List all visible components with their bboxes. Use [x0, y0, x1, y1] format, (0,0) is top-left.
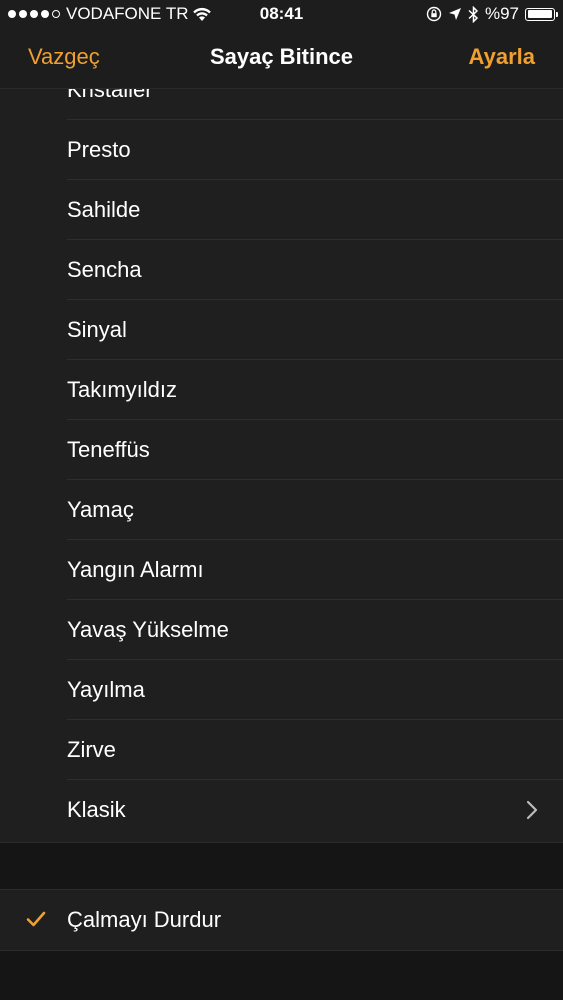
- sound-label: Yangın Alarmı: [67, 557, 204, 582]
- battery-icon: [525, 7, 558, 21]
- status-bar: VODAFONE TR 08:41 %97: [0, 0, 563, 30]
- bluetooth-icon: [468, 5, 479, 23]
- sound-label: Sahilde: [67, 197, 141, 222]
- stop-playing-label: Çalmayı Durdur: [67, 907, 222, 932]
- sound-row[interactable]: Sencha: [67, 240, 563, 300]
- navigation-bar: Vazgeç Sayaç Bitince Ayarla: [0, 30, 563, 89]
- checkmark-icon: [26, 911, 46, 927]
- location-arrow-icon: [448, 8, 461, 20]
- sound-row[interactable]: Presto: [67, 120, 563, 180]
- battery-percent: %97: [484, 4, 519, 23]
- sound-label: Presto: [67, 137, 131, 162]
- classic-label: Klasik: [67, 797, 126, 822]
- sound-label: Yamaç: [67, 497, 134, 522]
- sound-row[interactable]: Teneffüs: [67, 420, 563, 480]
- status-right: %97: [426, 4, 558, 24]
- sound-label: Yayılma: [67, 677, 145, 702]
- stop-playing-row[interactable]: Çalmayı Durdur: [0, 889, 563, 951]
- sound-row[interactable]: Takımyıldız: [67, 360, 563, 420]
- sound-row[interactable]: Yangın Alarmı: [67, 540, 563, 600]
- section-separator: [0, 842, 563, 890]
- sound-row[interactable]: Kristaller: [67, 89, 563, 120]
- battery-fill: [527, 10, 552, 18]
- classic-sounds-row[interactable]: Klasik: [67, 780, 563, 839]
- sound-row[interactable]: Yamaç: [67, 480, 563, 540]
- sound-row[interactable]: Sinyal: [67, 300, 563, 360]
- orientation-lock-icon: [426, 6, 442, 22]
- sound-list[interactable]: Kristaller Presto Sahilde Sencha Sinyal …: [0, 89, 563, 842]
- sound-label: Kristaller: [67, 89, 153, 102]
- sound-label: Zirve: [67, 737, 116, 762]
- sound-row[interactable]: Sahilde: [67, 180, 563, 240]
- sound-row[interactable]: Zirve: [67, 720, 563, 780]
- sound-label: Takımyıldız: [67, 377, 178, 402]
- sound-label: Yavaş Yükselme: [67, 617, 229, 642]
- sound-row[interactable]: Yayılma: [67, 660, 563, 720]
- sound-list-content: Kristaller Presto Sahilde Sencha Sinyal …: [0, 89, 563, 839]
- sound-row[interactable]: Yavaş Yükselme: [67, 600, 563, 660]
- timer-end-sound-screen: VODAFONE TR 08:41 %97 Vazgeç Sayaç Bitin…: [0, 0, 563, 1000]
- chevron-right-icon: [526, 800, 538, 820]
- sound-label: Sencha: [67, 257, 142, 282]
- sound-label: Sinyal: [67, 317, 127, 342]
- sound-label: Teneffüs: [67, 437, 150, 462]
- set-button[interactable]: Ayarla: [469, 44, 535, 70]
